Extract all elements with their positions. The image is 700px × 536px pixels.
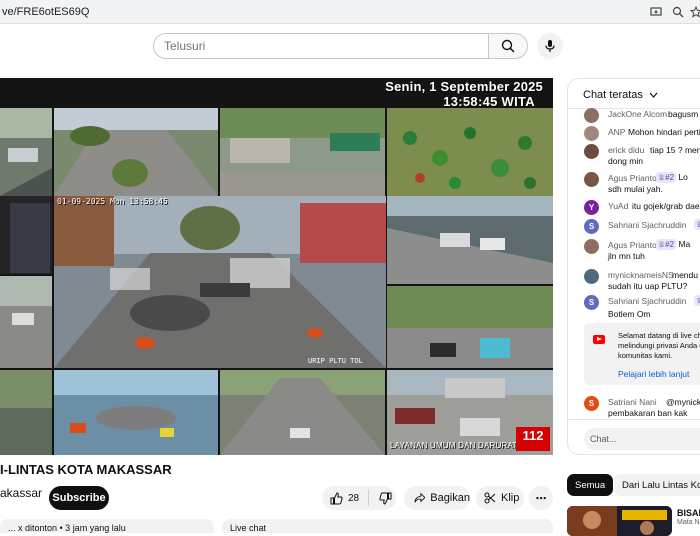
- youtube-logo-icon: [593, 335, 605, 344]
- chat-mode-label[interactable]: Chat teratas: [583, 89, 658, 101]
- install-icon[interactable]: [648, 4, 664, 20]
- welcome-notice: Selamat datang di live ch melindungi pri…: [584, 323, 700, 385]
- recommendation-title[interactable]: BISAK: [677, 508, 700, 518]
- video-player[interactable]: Senin, 1 September 2025 13:58:45 WITA 01…: [0, 78, 553, 455]
- camera-timestamp: 01-09-2025 Mon 13:58:45: [57, 197, 168, 206]
- recommendation-thumbnail[interactable]: [567, 506, 672, 536]
- cam-tile-11: [220, 370, 385, 455]
- avatar: S: [584, 396, 599, 411]
- zoom-icon[interactable]: [670, 4, 686, 20]
- member-badge: ♕#2: [656, 172, 677, 183]
- clip-label: Klip: [501, 492, 520, 504]
- share-button[interactable]: Bagikan: [404, 486, 470, 510]
- like-dislike-group: 28: [322, 486, 396, 510]
- chat-input[interactable]: [584, 428, 700, 450]
- cam-tile-5: [0, 196, 52, 274]
- avatar: Y: [584, 200, 599, 215]
- thumbnail-image: [567, 506, 672, 536]
- avatar: [584, 269, 599, 284]
- search-box[interactable]: [153, 33, 489, 59]
- recommendation-channel: Mata N: [677, 519, 700, 526]
- search-button[interactable]: [488, 33, 528, 59]
- more-actions-button[interactable]: ⋯: [529, 486, 553, 510]
- bookmark-star-icon[interactable]: [688, 4, 700, 20]
- dislike-button[interactable]: [379, 492, 392, 505]
- avatar: [584, 172, 599, 187]
- like-divider: [368, 490, 370, 506]
- cctv-grid: [0, 78, 553, 455]
- cam-tile-6: [387, 196, 553, 284]
- emergency-112-badge: 112: [516, 427, 550, 451]
- voice-search-button[interactable]: [537, 33, 563, 59]
- cam-tile-2: [54, 108, 218, 196]
- avatar: [584, 108, 599, 123]
- live-chat-panel: Chat teratas JackOne Alcom bagusm ANP Mo…: [567, 78, 700, 455]
- member-badge: ♕: [694, 219, 700, 230]
- chip-from-channel[interactable]: Dari Lalu Lintas Kota: [614, 474, 700, 496]
- camera-label: URIP PLTU TOL: [308, 357, 363, 365]
- description-stub-text: ... x ditonton • 3 jam yang lalu: [8, 523, 126, 533]
- cam-tile-7: [0, 276, 52, 368]
- subscribe-button[interactable]: Subscribe: [49, 486, 109, 510]
- member-badge: ♕#2: [656, 239, 677, 250]
- cam-tile-4: [387, 108, 553, 196]
- chevron-down-icon: [649, 92, 658, 98]
- cam-tile-main: [54, 196, 386, 368]
- like-count: 28: [348, 492, 360, 504]
- description-box[interactable]: ... x ditonton • 3 jam yang lalu: [0, 519, 214, 533]
- thumbs-up-icon: [330, 491, 343, 504]
- scissors-icon: [484, 492, 496, 504]
- search-icon: [501, 39, 515, 53]
- cam-tile-9: [0, 370, 52, 455]
- live-chat-replay-box[interactable]: Live chat: [222, 519, 553, 533]
- overlay-time: 13:58:45 WITA: [443, 94, 535, 109]
- cam-tile-10: [54, 370, 218, 455]
- live-chat-stub-text: Live chat: [230, 523, 267, 533]
- chat-header[interactable]: Chat teratas: [568, 79, 700, 109]
- chip-all[interactable]: Semua: [567, 474, 614, 496]
- share-icon: [414, 492, 426, 503]
- service-caption: LAYANAN UMUM DAN DARURAT: [390, 441, 518, 450]
- avatar: S: [584, 219, 599, 234]
- share-label: Bagikan: [430, 492, 470, 504]
- avatar: [584, 144, 599, 159]
- avatar: [584, 239, 599, 254]
- clip-button[interactable]: Klip: [476, 486, 524, 510]
- notice-text: Selamat datang di live ch melindungi pri…: [618, 331, 700, 360]
- channel-name[interactable]: akassar: [0, 486, 42, 500]
- browser-url-bar[interactable]: ve/FRE6otES69Q: [0, 0, 700, 24]
- cam-tile-1: [0, 108, 52, 196]
- mic-icon: [545, 40, 555, 52]
- cam-tile-8: [387, 286, 553, 368]
- avatar: [584, 126, 599, 141]
- like-button[interactable]: 28: [330, 491, 360, 505]
- learn-more-link[interactable]: Pelajari lebih lanjut: [618, 369, 689, 379]
- thumbs-down-icon: [379, 492, 392, 505]
- url-text[interactable]: ve/FRE6otES69Q: [2, 6, 89, 18]
- more-icon: ⋯: [535, 492, 547, 505]
- chat-input-area: [568, 419, 700, 454]
- avatar: S: [584, 295, 599, 310]
- cam-tile-3: [220, 108, 385, 196]
- member-badge: ♕: [694, 295, 700, 306]
- overlay-date: Senin, 1 September 2025: [385, 79, 543, 94]
- search-input[interactable]: [164, 39, 474, 53]
- video-title: I-LINTAS KOTA MAKASSAR: [0, 462, 172, 477]
